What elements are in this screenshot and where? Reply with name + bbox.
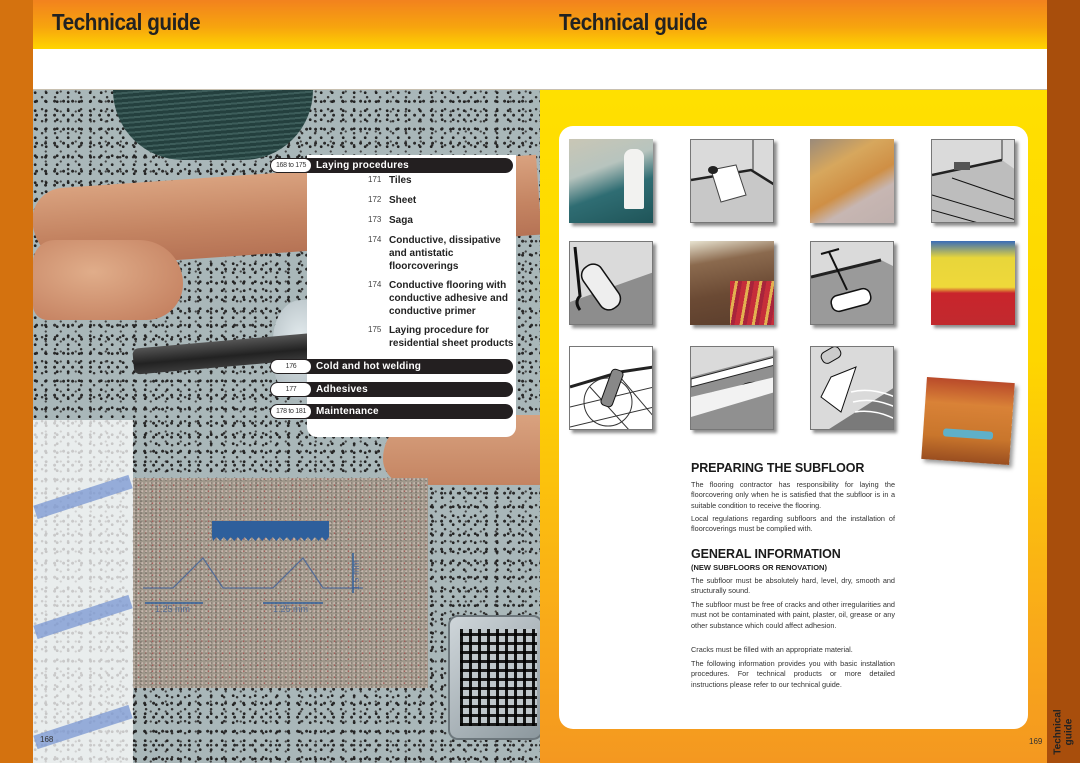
page-number-right: 169	[1029, 737, 1043, 746]
side-tab-label: Technical guide	[1052, 708, 1075, 755]
hand-image	[33, 240, 183, 320]
bathrobe-shape	[624, 149, 644, 209]
toc-item-page: 174	[368, 235, 382, 244]
thumbnail-tile-laying	[931, 139, 1015, 223]
toc-section-welding[interactable]: 176 Cold and hot welding	[270, 359, 513, 374]
preparing-paragraph: Local regulations regarding subfloors an…	[691, 514, 895, 534]
toc-section-label: Cold and hot welding	[316, 361, 422, 372]
toc-item-residential-sheet[interactable]: 175 Laying procedure for residential she…	[368, 324, 521, 350]
thumbnail-inlaid-floor	[810, 139, 894, 223]
toc-item-page: 175	[368, 325, 382, 334]
thumbnail-colored-floor	[931, 241, 1015, 325]
dimension-label: 1.25 mm	[273, 604, 309, 614]
thumbnail-adhesive-trowel	[810, 346, 894, 430]
skirting-diagram-strip	[33, 420, 133, 763]
general-information-subheading: (NEW SUBFLOORS OR RENOVATION)	[691, 563, 827, 572]
toc-item-page: 173	[368, 215, 382, 224]
toc-item-page: 172	[368, 195, 382, 204]
toc-page-range: 176	[271, 360, 311, 373]
toc-item-label: Conductive, dissipative and antistatic f…	[389, 235, 501, 272]
thumbnail-bedroom-floor	[569, 139, 653, 223]
toc-item-label: Conductive flooring with conductive adhe…	[389, 280, 508, 317]
toc-page-range: 168 to 175	[271, 159, 311, 172]
toc-page-range: 177	[271, 383, 311, 396]
thumbnail-shop-floor	[690, 241, 774, 325]
toc-section-adhesives[interactable]: 177 Adhesives	[270, 382, 513, 397]
preparing-subfloor-heading: PREPARING THE SUBFLOOR	[691, 461, 865, 475]
toc-item-tiles[interactable]: 171 Tiles	[368, 174, 524, 187]
right-page-title: Technical guide	[559, 9, 708, 35]
table-shape	[942, 428, 994, 440]
sheet-roll-icon	[691, 140, 773, 222]
general-paragraph: The subfloor must be absolutely hard, le…	[691, 576, 895, 596]
welding-rod-coil	[113, 90, 313, 160]
notched-trowel-icon	[212, 521, 329, 541]
left-page-edge	[0, 0, 33, 763]
preparing-paragraph: The flooring contractor has responsibili…	[691, 480, 895, 510]
adhesive-ridge-diagram	[143, 553, 363, 604]
ridge-profile	[143, 556, 363, 589]
toc-item-conductive-dissipative[interactable]: 174 Conductive, dissipative and antistat…	[368, 234, 509, 273]
toc-page-range: 178 to 181	[271, 405, 311, 418]
thumbnail-sheet-roll	[690, 139, 774, 223]
toc-section-label: Maintenance	[316, 406, 379, 417]
thumbnail-floor-roller	[810, 241, 894, 325]
page-number-left: 168	[40, 735, 54, 744]
thumbnail-restaurant	[921, 377, 1015, 465]
toc-item-label: Tiles	[389, 175, 412, 186]
dimension-label: 1.25 mm	[155, 604, 191, 614]
trowel-notch-diagram: 1.25 mm 1.25 mm 1.5 mm	[133, 478, 428, 688]
white-band	[33, 49, 1047, 90]
toc-item-label: Sheet	[389, 195, 417, 206]
left-page-title: Technical guide	[52, 9, 201, 35]
right-page-edge	[1047, 0, 1080, 763]
toc-item-sheet[interactable]: 172 Sheet	[368, 194, 524, 207]
floor-roller-icon	[811, 248, 893, 324]
side-tab-technical-guide[interactable]: Technical guide	[1047, 700, 1080, 763]
general-paragraph: The following information provides you w…	[691, 659, 895, 689]
drain-grate	[460, 629, 537, 726]
toc-section-label: Adhesives	[316, 384, 368, 395]
floor-drain-image	[448, 615, 540, 740]
skirting-stripe	[33, 474, 133, 520]
toc-item-saga[interactable]: 173 Saga	[368, 214, 524, 227]
dimension-label: 1.5 mm	[351, 559, 362, 591]
toc-section-laying-procedures[interactable]: 168 to 175 Laying procedures	[270, 158, 513, 173]
coved-skirting-icon	[691, 355, 773, 429]
toc-item-page: 174	[368, 280, 382, 289]
thumbnail-welding-gun	[569, 346, 653, 430]
general-paragraph: The subfloor must be free of cracks and …	[691, 600, 895, 630]
toc-item-label: Laying procedure for residential sheet p…	[389, 325, 514, 349]
toc-section-maintenance[interactable]: 178 to 181 Maintenance	[270, 404, 513, 419]
toc-section-label: Laying procedures	[316, 160, 409, 171]
skirting-stripe	[33, 594, 133, 640]
toc-item-conductive-flooring[interactable]: 174 Conductive flooring with conductive …	[368, 279, 514, 318]
thumbnail-coved-skirting	[690, 346, 774, 430]
welding-gun-icon	[570, 365, 652, 429]
paint-roller-icon	[570, 246, 652, 324]
toc-item-label: Saga	[389, 215, 413, 226]
general-information-heading: GENERAL INFORMATION	[691, 547, 841, 561]
hanging-garments	[730, 281, 774, 325]
thumbnail-primer-roller	[569, 241, 653, 325]
toc-item-page: 171	[368, 175, 382, 184]
adhesive-trowel-icon	[820, 347, 893, 429]
general-paragraph: Cracks must be filled with an appropriat…	[691, 645, 853, 654]
tile-laying-icon	[932, 140, 1014, 222]
